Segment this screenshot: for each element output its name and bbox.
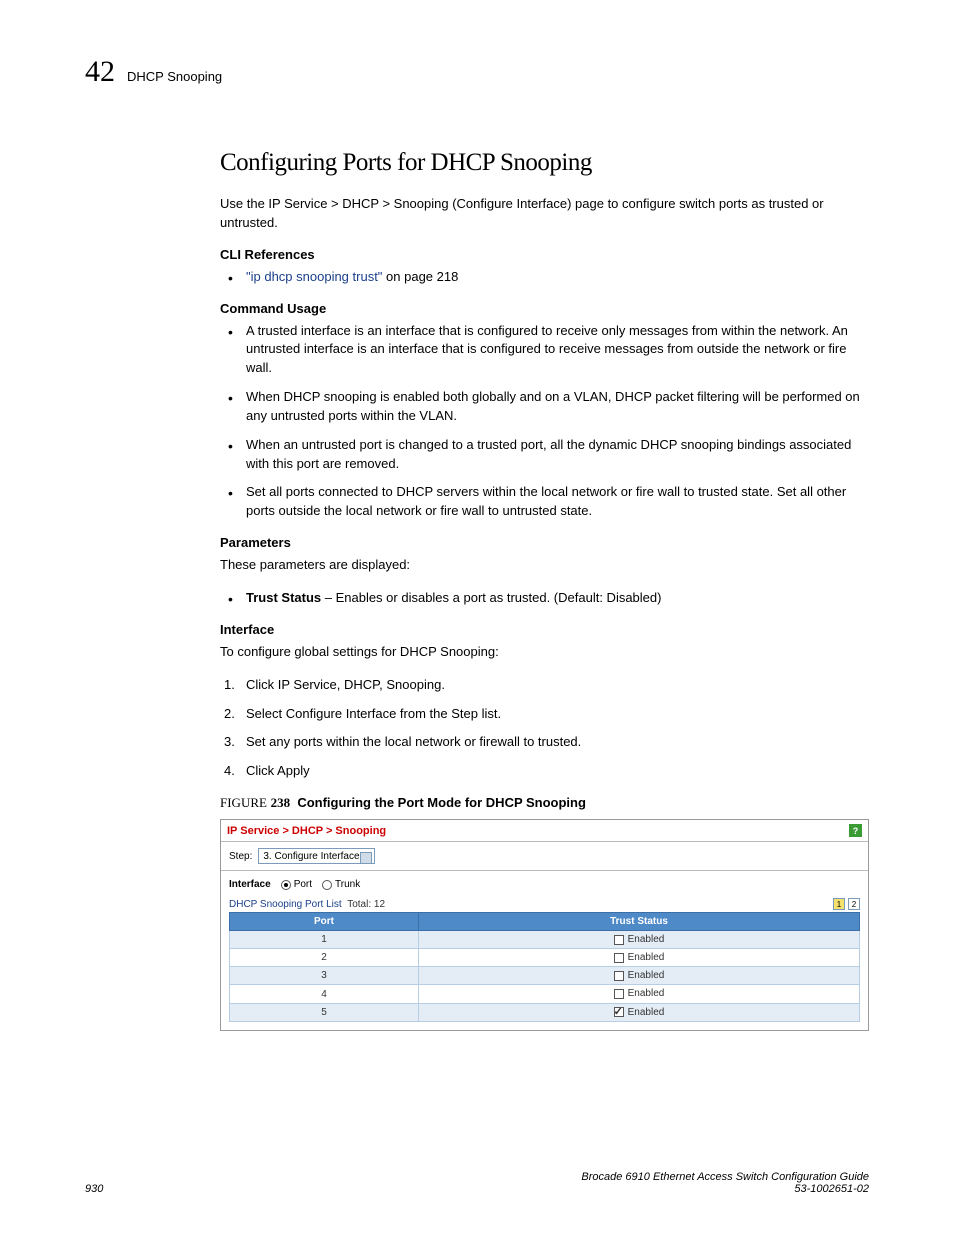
cli-reference-page: on page 218 — [382, 269, 458, 284]
radio-trunk[interactable]: Trunk — [322, 879, 360, 890]
step-item: Click IP Service, DHCP, Snooping. — [220, 676, 869, 695]
radio-icon — [322, 880, 332, 890]
usage-item: Set all ports connected to DHCP servers … — [220, 483, 869, 521]
step-select[interactable]: 3. Configure Interface — [258, 848, 374, 864]
page-header: 42 DHCP Snooping — [85, 55, 869, 89]
content-body: Configuring Ports for DHCP Snooping Use … — [220, 149, 869, 1031]
table-row: 2 Enabled — [230, 949, 860, 967]
enabled-label: Enabled — [628, 1007, 665, 1018]
help-icon[interactable]: ? — [849, 824, 862, 837]
figure-caption: FIGURE 238 Configuring the Port Mode for… — [220, 795, 869, 811]
table-row: 5 Enabled — [230, 1003, 860, 1021]
trust-cell: Enabled — [419, 985, 860, 1003]
col-trust-status: Trust Status — [419, 913, 860, 931]
trust-cell: Enabled — [419, 931, 860, 949]
figure-number: 238 — [271, 795, 291, 810]
enabled-label: Enabled — [628, 970, 665, 981]
enabled-label: Enabled — [628, 952, 665, 963]
port-table: Port Trust Status 1 Enabled 2 Enabled 3 — [229, 912, 860, 1022]
lower-panel: Interface Port Trunk DHCP Snooping Port … — [221, 871, 868, 1030]
step-label: Step: — [229, 851, 252, 862]
list-header-row: DHCP Snooping Port List Total: 12 1 2 — [229, 898, 860, 910]
port-cell: 3 — [230, 967, 419, 985]
total-label: Total: — [347, 899, 371, 910]
port-cell: 1 — [230, 931, 419, 949]
table-row: 4 Enabled — [230, 985, 860, 1003]
page-number: 930 — [85, 1183, 103, 1195]
step-item: Set any ports within the local network o… — [220, 733, 869, 752]
parameter-name: Trust Status — [246, 590, 321, 605]
breadcrumb: IP Service > DHCP > Snooping — [227, 825, 386, 837]
radio-trunk-label: Trunk — [335, 879, 360, 890]
port-cell: 2 — [230, 949, 419, 967]
cli-reference-link[interactable]: "ip dhcp snooping trust" — [246, 269, 382, 284]
trust-checkbox[interactable] — [614, 1007, 624, 1017]
header-section-title: DHCP Snooping — [127, 69, 222, 84]
step-item: Click Apply — [220, 762, 869, 781]
page-2-button[interactable]: 2 — [848, 898, 860, 910]
enabled-label: Enabled — [628, 988, 665, 999]
ui-screenshot: IP Service > DHCP > Snooping ? Step: 3. … — [220, 819, 869, 1031]
footer-book-info: Brocade 6910 Ethernet Access Switch Conf… — [581, 1171, 869, 1195]
radio-icon — [281, 880, 291, 890]
col-port: Port — [230, 913, 419, 931]
parameter-item: Trust Status – Enables or disables a por… — [220, 589, 869, 608]
command-usage-heading: Command Usage — [220, 301, 869, 316]
port-cell: 4 — [230, 985, 419, 1003]
figure-title: Configuring the Port Mode for DHCP Snoop… — [297, 795, 586, 810]
interface-heading: Interface — [220, 622, 869, 637]
trust-cell: Enabled — [419, 1003, 860, 1021]
port-cell: 5 — [230, 1003, 419, 1021]
page-footer: 930 Brocade 6910 Ethernet Access Switch … — [85, 1171, 869, 1195]
breadcrumb-bar: IP Service > DHCP > Snooping ? — [221, 820, 868, 842]
step-panel: Step: 3. Configure Interface — [221, 842, 868, 871]
usage-item: When an untrusted port is changed to a t… — [220, 436, 869, 474]
figure-word: FIGURE — [220, 795, 267, 810]
radio-port[interactable]: Port — [281, 879, 312, 890]
trust-cell: Enabled — [419, 949, 860, 967]
trust-checkbox[interactable] — [614, 971, 624, 981]
usage-item: A trusted interface is an interface that… — [220, 322, 869, 379]
trust-checkbox[interactable] — [614, 989, 624, 999]
usage-item: When DHCP snooping is enabled both globa… — [220, 388, 869, 426]
chapter-number: 42 — [85, 55, 115, 89]
parameters-heading: Parameters — [220, 535, 869, 550]
doc-number: 53-1002651-02 — [794, 1183, 869, 1195]
radio-port-label: Port — [294, 879, 312, 890]
interface-label: Interface — [229, 879, 271, 890]
table-row: 1 Enabled — [230, 931, 860, 949]
parameter-desc: – Enables or disables a port as trusted.… — [321, 590, 661, 605]
step-item: Select Configure Interface from the Step… — [220, 705, 869, 724]
intro-paragraph: Use the IP Service > DHCP > Snooping (Co… — [220, 195, 869, 233]
enabled-label: Enabled — [628, 934, 665, 945]
section-heading: Configuring Ports for DHCP Snooping — [220, 149, 869, 177]
port-list-title: DHCP Snooping Port List Total: 12 — [229, 899, 385, 910]
total-value: 12 — [374, 899, 385, 910]
cli-reference-item: "ip dhcp snooping trust" on page 218 — [220, 268, 869, 287]
trust-checkbox[interactable] — [614, 935, 624, 945]
table-row: 3 Enabled — [230, 967, 860, 985]
pager: 1 2 — [833, 898, 860, 910]
list-title-text: DHCP Snooping Port List — [229, 899, 342, 910]
trust-cell: Enabled — [419, 967, 860, 985]
interface-type-row: Interface Port Trunk — [229, 879, 860, 890]
book-title: Brocade 6910 Ethernet Access Switch Conf… — [581, 1171, 869, 1183]
interface-intro: To configure global settings for DHCP Sn… — [220, 643, 869, 662]
page-1-button[interactable]: 1 — [833, 898, 845, 910]
cli-references-heading: CLI References — [220, 247, 869, 262]
trust-checkbox[interactable] — [614, 953, 624, 963]
parameters-intro: These parameters are displayed: — [220, 556, 869, 575]
